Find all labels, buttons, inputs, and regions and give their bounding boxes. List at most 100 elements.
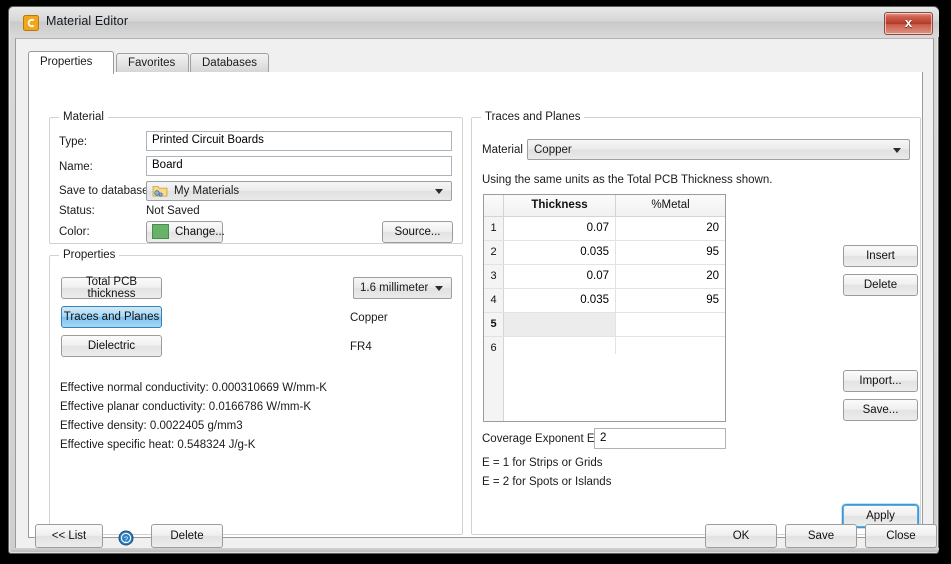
grid-header-metal[interactable]: %Metal: [616, 195, 725, 216]
cell-thickness[interactable]: 0.035: [504, 289, 616, 312]
insert-button-label: Insert: [866, 250, 895, 262]
traces-group-title: Traces and Planes: [481, 111, 585, 123]
effective-planar-conductivity: Effective planar conductivity: 0.0166786…: [60, 401, 311, 413]
database-folder-icon: [152, 186, 168, 197]
color-swatch: [152, 224, 169, 239]
tab-databases[interactable]: Databases: [190, 53, 269, 73]
title-bar: Material Editor x: [10, 8, 939, 37]
status-value: Not Saved: [146, 205, 200, 217]
delete-row-button-label: Delete: [863, 279, 898, 291]
row-number: 5: [484, 313, 504, 336]
source-button-label: Source...: [394, 226, 441, 238]
help-circle-icon[interactable]: ?: [118, 530, 134, 546]
row-number: 4: [484, 289, 504, 312]
row-number: 3: [484, 265, 504, 288]
tab-properties[interactable]: Properties: [28, 51, 114, 74]
close-icon: x: [904, 15, 913, 30]
dielectric-label: Dielectric: [87, 340, 136, 352]
cell-thickness[interactable]: [504, 313, 616, 336]
color-label: Color:: [59, 226, 90, 238]
save-to-database-label: Save to database:: [59, 185, 152, 197]
hint-strips-grids: E = 1 for Strips or Grids: [482, 457, 603, 469]
traces-and-planes-button[interactable]: Traces and Planes: [61, 306, 162, 328]
list-back-button[interactable]: << List: [35, 524, 103, 548]
save-button[interactable]: Save: [785, 524, 857, 548]
table-row[interactable]: 3 0.07 20: [484, 265, 725, 289]
dielectric-value: FR4: [350, 341, 372, 353]
delete-row-button[interactable]: Delete: [843, 274, 918, 296]
save-button-label: Save: [807, 530, 835, 542]
grid-corner-cell: [484, 195, 504, 216]
source-button[interactable]: Source...: [382, 221, 453, 243]
tab-properties-label: Properties: [40, 56, 93, 68]
cell-thickness[interactable]: 0.07: [504, 217, 616, 240]
cell-thickness[interactable]: 0.035: [504, 241, 616, 264]
type-input[interactable]: Printed Circuit Boards: [146, 131, 452, 151]
close-dialog-button[interactable]: Close: [865, 524, 937, 548]
coverage-exponent-input[interactable]: 2: [594, 428, 726, 449]
import-button-label: Import...: [859, 375, 902, 387]
cell-metal[interactable]: [616, 313, 725, 336]
coverage-exponent-label: Coverage Exponent E: [482, 433, 595, 445]
traces-value: Copper: [350, 312, 388, 324]
ok-button[interactable]: OK: [705, 524, 777, 548]
effective-specific-heat: Effective specific heat: 0.548324 J/g-K: [60, 439, 256, 451]
ok-button-label: OK: [732, 530, 750, 542]
effective-density: Effective density: 0.0022405 g/mm3: [60, 420, 243, 432]
row-number: 2: [484, 241, 504, 264]
row-number: 1: [484, 217, 504, 240]
close-button[interactable]: x: [884, 12, 933, 35]
table-row-selected[interactable]: 5: [484, 313, 725, 337]
thickness-units-combo[interactable]: 1.6 millimeter: [353, 277, 452, 299]
material-group-title: Material: [59, 111, 108, 123]
delete-material-label: Delete: [170, 530, 204, 542]
close-dialog-label: Close: [886, 530, 916, 542]
table-row[interactable]: 4 0.035 95: [484, 289, 725, 313]
material-editor-window: Material Editor x Properties Favorites D…: [8, 6, 939, 554]
table-row[interactable]: 1 0.07 20: [484, 217, 725, 241]
effective-normal-conductivity: Effective normal conductivity: 0.0003106…: [60, 382, 327, 394]
cell-metal[interactable]: 95: [616, 241, 725, 264]
save-traces-button-label: Save...: [862, 404, 899, 416]
thickness-metal-grid[interactable]: Thickness %Metal 1 0.07 20 2 0.035 95 3 …: [483, 194, 726, 422]
dielectric-button[interactable]: Dielectric: [61, 335, 162, 357]
import-button[interactable]: Import...: [843, 370, 918, 392]
cell-thickness[interactable]: 0.07: [504, 265, 616, 288]
total-pcb-thickness-button[interactable]: Total PCB thickness: [61, 276, 162, 300]
client-area: Properties Favorites Databases Material …: [15, 38, 934, 549]
tab-favorites[interactable]: Favorites: [116, 53, 189, 73]
list-back-label: << List: [51, 530, 87, 542]
change-color-label: Change...: [175, 226, 225, 238]
grid-empty-area: [484, 354, 725, 421]
chevron-down-icon: [435, 286, 443, 291]
name-label: Name:: [59, 161, 93, 173]
insert-row-button[interactable]: Insert: [843, 245, 918, 267]
window-title: Material Editor: [46, 14, 129, 28]
table-row[interactable]: 2 0.035 95: [484, 241, 725, 265]
traces-material-label: Material: [482, 144, 523, 156]
app-c-icon: [23, 15, 39, 31]
traces-and-planes-label: Traces and Planes: [63, 311, 160, 323]
total-pcb-thickness-label: Total PCB thickness: [85, 276, 138, 300]
chevron-down-icon: [893, 147, 901, 153]
grid-filler-gutter: [484, 354, 504, 421]
units-note: Using the same units as the Total PCB Th…: [482, 174, 773, 186]
grid-header-row: Thickness %Metal: [484, 195, 725, 217]
save-to-database-combo[interactable]: My Materials: [146, 181, 452, 201]
cell-metal[interactable]: 95: [616, 289, 725, 312]
cell-metal[interactable]: 20: [616, 265, 725, 288]
traces-material-combo[interactable]: Copper: [527, 139, 910, 160]
grid-header-thickness[interactable]: Thickness: [504, 195, 616, 216]
delete-material-button[interactable]: Delete: [151, 524, 223, 548]
bottom-button-bar: << List Delete OK Save Close: [15, 510, 937, 549]
cell-metal[interactable]: 20: [616, 217, 725, 240]
status-label: Status:: [59, 205, 95, 217]
traces-material-value: Copper: [534, 143, 572, 156]
tab-strip: Properties Favorites Databases: [28, 51, 923, 74]
name-input[interactable]: Board: [146, 156, 452, 176]
grid-filler-body: [504, 354, 725, 421]
hint-spots-islands: E = 2 for Spots or Islands: [482, 476, 612, 488]
svg-text:?: ?: [124, 534, 128, 543]
save-traces-button[interactable]: Save...: [843, 399, 918, 421]
tab-favorites-label: Favorites: [128, 57, 176, 69]
